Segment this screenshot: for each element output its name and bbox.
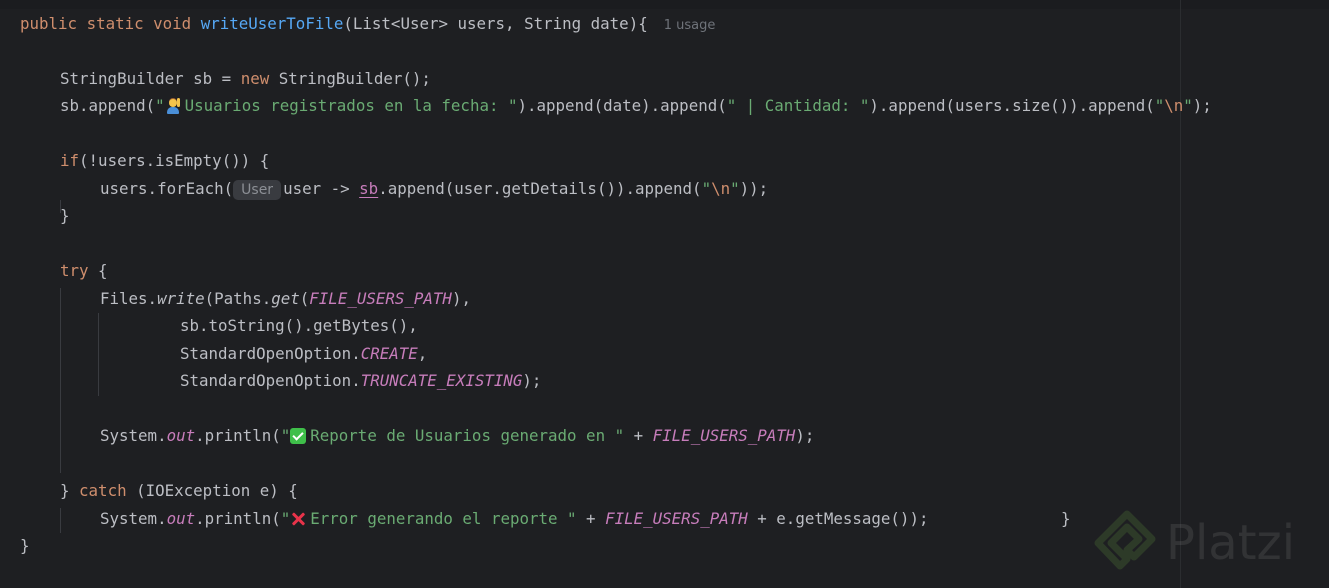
code-text: } — [60, 206, 70, 225]
right-margin-guide — [1180, 0, 1181, 588]
code-line[interactable]: StringBuilder sb = new StringBuilder(); — [60, 68, 431, 90]
string-literal: " — [730, 179, 740, 198]
code-text: ); — [795, 426, 815, 445]
escape-sequence: \n — [711, 179, 731, 198]
code-text: .append(user.getDetails()).append( — [378, 179, 702, 198]
constant[interactable]: TRUNCATE_EXISTING — [361, 371, 523, 390]
red-cross-icon — [290, 511, 306, 527]
code-line[interactable]: Files.write(Paths.get(FILE_USERS_PATH), — [100, 288, 471, 310]
code-line[interactable]: sb.toString().getBytes(), — [180, 315, 418, 337]
code-line[interactable]: StandardOpenOption.TRUNCATE_EXISTING); — [180, 370, 541, 392]
string-literal: " — [280, 509, 291, 528]
code-text: } — [60, 481, 80, 500]
static-method[interactable]: write — [157, 289, 205, 308]
code-text: ), — [451, 289, 471, 308]
code-text: } — [20, 536, 30, 555]
string-literal: " — [701, 179, 712, 198]
code-text: ); — [522, 371, 542, 390]
code-line[interactable]: } — [20, 535, 30, 557]
indent-guide — [60, 288, 61, 473]
constant[interactable]: FILE_USERS_PATH — [309, 289, 452, 308]
code-text: { — [88, 261, 108, 280]
code-line[interactable]: } catch (IOException e) { — [60, 480, 298, 502]
constant[interactable]: FILE_USERS_PATH — [605, 509, 748, 528]
static-field[interactable]: out — [167, 509, 196, 528]
code-text: + e.getMessage()); — [747, 509, 929, 528]
keyword: catch — [79, 481, 127, 500]
code-text: System. — [100, 509, 167, 528]
string-literal: Usuarios registrados en la fecha: " — [184, 96, 518, 115]
code-line[interactable]: sb.append(" Usuarios registrados en la fe… — [60, 95, 1212, 117]
string-literal: " | Cantidad: " — [726, 96, 870, 115]
code-text: StandardOpenOption. — [180, 344, 361, 363]
code-text: user -> — [283, 179, 360, 198]
string-literal: Reporte de Usuarios generado en " — [310, 426, 625, 445]
string-literal: Error generando el reporte " — [310, 509, 577, 528]
code-text: ( — [299, 289, 310, 308]
constant[interactable]: CREATE — [361, 344, 418, 363]
string-literal: " — [155, 96, 165, 115]
code-line[interactable]: System.out.println(" Error generando el r… — [100, 508, 928, 530]
code-text: users.forEach( — [100, 179, 234, 198]
code-text: (!users.isEmpty()) { — [79, 151, 270, 170]
code-line[interactable]: } — [60, 205, 70, 227]
watermark-text: Platzi — [1166, 515, 1296, 571]
code-line[interactable]: public static void writeUserToFile(List<… — [20, 13, 715, 35]
code-text: + — [624, 426, 653, 445]
code-text: sb.toString().getBytes(), — [180, 316, 418, 335]
code-line[interactable]: } — [1061, 508, 1071, 530]
code-line[interactable]: if(!users.isEmpty()) { — [60, 150, 269, 172]
code-text: (Paths. — [204, 289, 272, 308]
code-text: StringBuilder sb = — [60, 69, 241, 88]
code-text: Files. — [100, 289, 158, 308]
code-text: .println( — [195, 426, 281, 445]
method-name[interactable]: writeUserToFile — [201, 14, 344, 33]
keyword: try — [60, 261, 89, 280]
code-text: (IOException e) { — [126, 481, 298, 500]
static-method[interactable]: get — [271, 289, 300, 308]
string-literal: " — [280, 426, 291, 445]
code-line[interactable]: users.forEach(User user -> sb.append(user… — [100, 178, 768, 200]
code-text: (List<User> users, String date){ — [343, 14, 648, 33]
code-text: ).append(date).append( — [517, 96, 727, 115]
code-text: } — [1061, 509, 1071, 528]
static-field[interactable]: out — [167, 426, 196, 445]
string-literal: " — [1154, 96, 1165, 115]
platzi-watermark: Platzi — [1094, 505, 1295, 581]
string-literal: " — [1183, 96, 1193, 115]
code-text: )); — [739, 179, 769, 198]
code-line[interactable]: try { — [60, 260, 108, 282]
code-text: + — [576, 509, 606, 528]
code-text: StandardOpenOption. — [180, 371, 361, 390]
code-text: System. — [100, 426, 167, 445]
keyword: public static void — [20, 14, 201, 33]
code-editor[interactable]: public static void writeUserToFile(List<… — [0, 0, 1329, 588]
code-line[interactable]: StandardOpenOption.CREATE, — [180, 343, 427, 365]
code-line[interactable]: System.out.println(" Reporte de Usuarios … — [100, 425, 814, 447]
usage-hint[interactable]: 1 usage — [664, 18, 716, 33]
code-text: sb.append( — [60, 96, 156, 115]
code-text: , — [417, 344, 428, 363]
keyword: new — [240, 69, 270, 88]
editor-top-strip — [0, 0, 1329, 9]
inlay-type-hint[interactable]: User — [233, 180, 282, 200]
constant[interactable]: FILE_USERS_PATH — [653, 426, 796, 445]
platzi-logo-icon — [1094, 510, 1156, 570]
indent-guide — [98, 313, 99, 396]
indent-guide — [60, 508, 61, 533]
captured-variable[interactable]: sb — [359, 179, 378, 198]
escape-sequence: \n — [1164, 96, 1184, 115]
keyword: if — [60, 151, 80, 170]
person-raising-hand-icon — [165, 98, 181, 114]
green-check-icon — [290, 428, 307, 444]
code-text: .println( — [195, 509, 281, 528]
code-text: StringBuilder(); — [269, 69, 431, 88]
code-text: ); — [1192, 96, 1212, 115]
code-text: ).append(users.size()).append( — [869, 96, 1155, 115]
